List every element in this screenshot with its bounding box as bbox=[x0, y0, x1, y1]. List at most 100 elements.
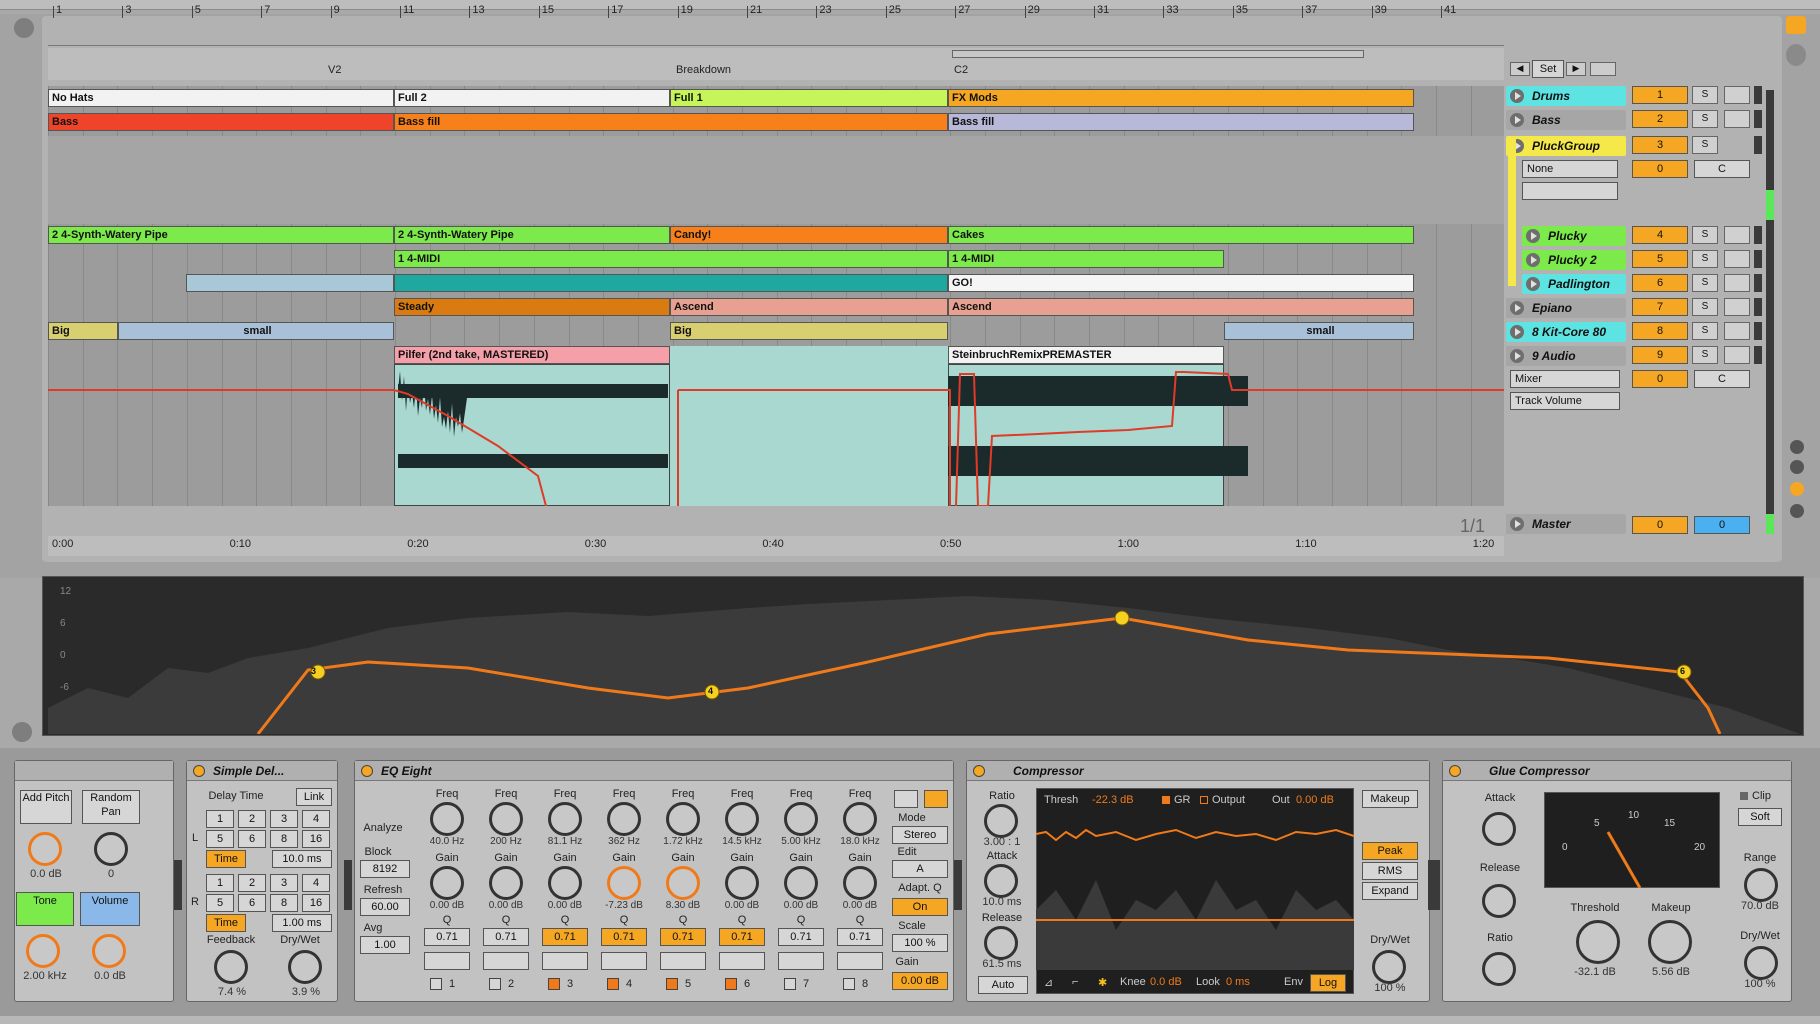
track-master[interactable]: Master bbox=[1506, 514, 1626, 534]
band-filter-type-select[interactable] bbox=[660, 952, 706, 970]
delay-sync-button[interactable]: 2 bbox=[238, 810, 266, 828]
refresh-value[interactable]: 60.00 bbox=[360, 898, 410, 916]
option-o-icon[interactable] bbox=[1790, 440, 1804, 454]
band-filter-type-select[interactable] bbox=[837, 952, 883, 970]
audio-pan[interactable]: C bbox=[1694, 370, 1750, 388]
band-gain-knob[interactable] bbox=[666, 866, 700, 900]
glue-drywet-knob[interactable] bbox=[1744, 946, 1778, 980]
solo-button[interactable]: S bbox=[1692, 274, 1718, 292]
band-q-value[interactable]: 0.71 bbox=[542, 928, 588, 946]
band-q-value[interactable]: 0.71 bbox=[483, 928, 529, 946]
io-toggle-icon[interactable] bbox=[1786, 44, 1806, 66]
clip-fx-mods[interactable]: FX Mods bbox=[948, 89, 1414, 107]
set-locator-button[interactable]: Set bbox=[1532, 60, 1564, 78]
group-none-select[interactable]: None bbox=[1522, 160, 1618, 178]
track-number[interactable]: 6 bbox=[1632, 274, 1688, 292]
band-freq-knob[interactable] bbox=[430, 802, 464, 836]
release-knob[interactable] bbox=[984, 926, 1018, 960]
band-enable-checkbox[interactable] bbox=[784, 978, 796, 990]
arm-button[interactable] bbox=[1724, 346, 1750, 364]
soft-clip-button[interactable]: Soft bbox=[1738, 808, 1782, 826]
env-log-button[interactable]: Log bbox=[1310, 974, 1346, 992]
clip-no-hats[interactable]: No Hats bbox=[48, 89, 394, 107]
audio-mixer-select[interactable]: Mixer bbox=[1510, 370, 1620, 388]
band-enable-checkbox[interactable] bbox=[607, 978, 619, 990]
group-lane[interactable] bbox=[48, 136, 1504, 224]
delay-sync-button[interactable]: 1 bbox=[206, 874, 234, 892]
feedback-knob[interactable] bbox=[214, 950, 248, 984]
delay-sync-button[interactable]: 8 bbox=[270, 894, 298, 912]
peak-button[interactable]: Peak bbox=[1362, 842, 1418, 860]
band-freq-knob[interactable] bbox=[666, 802, 700, 836]
auto-release-button[interactable]: Auto bbox=[978, 976, 1028, 994]
track-number[interactable]: 5 bbox=[1632, 250, 1688, 268]
volume-macro[interactable]: Volume bbox=[80, 892, 140, 926]
band-gain-knob[interactable] bbox=[784, 866, 818, 900]
audio-track-volume-select[interactable]: Track Volume bbox=[1510, 392, 1620, 410]
clip-midi[interactable]: 1 4-MIDI bbox=[394, 250, 948, 268]
display-mode-icon[interactable]: ⊿ bbox=[1044, 976, 1053, 989]
band-q-value[interactable]: 0.71 bbox=[778, 928, 824, 946]
play-icon[interactable] bbox=[1526, 229, 1540, 243]
arm-button[interactable] bbox=[1724, 250, 1750, 268]
volume-knob[interactable] bbox=[92, 934, 126, 968]
track-number[interactable]: 3 bbox=[1632, 136, 1688, 154]
clip-big-2[interactable]: Big bbox=[670, 322, 948, 340]
solo-button[interactable]: S bbox=[1692, 346, 1718, 364]
attack-knob[interactable] bbox=[984, 864, 1018, 898]
delay-sync-button[interactable]: 6 bbox=[238, 894, 266, 912]
track-drums[interactable]: Drums bbox=[1506, 86, 1626, 106]
sidechain-icon[interactable]: ✱ bbox=[1098, 976, 1107, 989]
block-select[interactable]: 8192 bbox=[360, 860, 410, 878]
scale-value[interactable]: 100 % bbox=[892, 934, 948, 952]
power-icon[interactable] bbox=[193, 765, 205, 777]
track-number[interactable]: 1 bbox=[1632, 86, 1688, 104]
delay-sync-button[interactable]: 6 bbox=[238, 830, 266, 848]
makeup-button[interactable]: Makeup bbox=[1362, 790, 1418, 808]
track-bass[interactable]: Bass bbox=[1506, 110, 1626, 130]
clip-synth-pipe-2[interactable]: 2 4-Synth-Watery Pipe bbox=[394, 226, 670, 244]
lock-icon[interactable] bbox=[1590, 62, 1616, 76]
power-icon[interactable] bbox=[1449, 765, 1461, 777]
audio-volume[interactable]: 0 bbox=[1632, 370, 1688, 388]
play-icon[interactable] bbox=[1526, 253, 1540, 267]
menu-icon[interactable] bbox=[1786, 16, 1806, 34]
band-gain-knob[interactable] bbox=[430, 866, 464, 900]
band-enable-checkbox[interactable] bbox=[843, 978, 855, 990]
edit-select[interactable]: A bbox=[892, 860, 948, 878]
link-button[interactable]: Link bbox=[296, 788, 332, 806]
clip-bass[interactable]: Bass bbox=[48, 113, 394, 131]
ratio-knob[interactable] bbox=[984, 804, 1018, 838]
track-9-audio[interactable]: 9 Audio bbox=[1506, 346, 1626, 366]
band-q-value[interactable]: 0.71 bbox=[837, 928, 883, 946]
play-icon[interactable] bbox=[1510, 89, 1524, 103]
solo-button[interactable]: S bbox=[1692, 322, 1718, 340]
clip-bass-fill[interactable]: Bass fill bbox=[394, 113, 948, 131]
band-q-value[interactable]: 0.71 bbox=[601, 928, 647, 946]
delay-sync-button[interactable]: 1 bbox=[206, 810, 234, 828]
clip-midi-2[interactable]: 1 4-MIDI bbox=[948, 250, 1224, 268]
locator-v2[interactable]: V2 bbox=[328, 64, 341, 76]
play-icon[interactable] bbox=[1526, 277, 1540, 291]
clip-pad-2[interactable] bbox=[394, 274, 948, 292]
solo-button[interactable]: S bbox=[1692, 298, 1718, 316]
thresh-value[interactable]: -22.3 dB bbox=[1092, 794, 1134, 806]
play-icon[interactable] bbox=[1510, 349, 1524, 363]
band-freq-knob[interactable] bbox=[607, 802, 641, 836]
track-number[interactable]: 8 bbox=[1632, 322, 1688, 340]
band-filter-type-select[interactable] bbox=[601, 952, 647, 970]
solo-button[interactable]: S bbox=[1692, 226, 1718, 244]
glue-release-knob[interactable] bbox=[1482, 884, 1516, 918]
delay-sync-button[interactable]: 8 bbox=[270, 830, 298, 848]
clip-go[interactable]: GO! bbox=[948, 274, 1414, 292]
delay-drywet-knob[interactable] bbox=[288, 950, 322, 984]
delay-sync-button[interactable]: 5 bbox=[206, 830, 234, 848]
track-8-kit-core-80[interactable]: 8 Kit-Core 80 bbox=[1506, 322, 1626, 342]
tone-knob[interactable] bbox=[26, 934, 60, 968]
solo-button[interactable]: S bbox=[1692, 136, 1718, 154]
band-freq-knob[interactable] bbox=[843, 802, 877, 836]
power-icon[interactable] bbox=[973, 765, 985, 777]
eq-mode-icon[interactable] bbox=[894, 790, 918, 808]
glue-ratio-knob[interactable] bbox=[1482, 952, 1516, 986]
clip-small[interactable]: small bbox=[118, 322, 394, 340]
